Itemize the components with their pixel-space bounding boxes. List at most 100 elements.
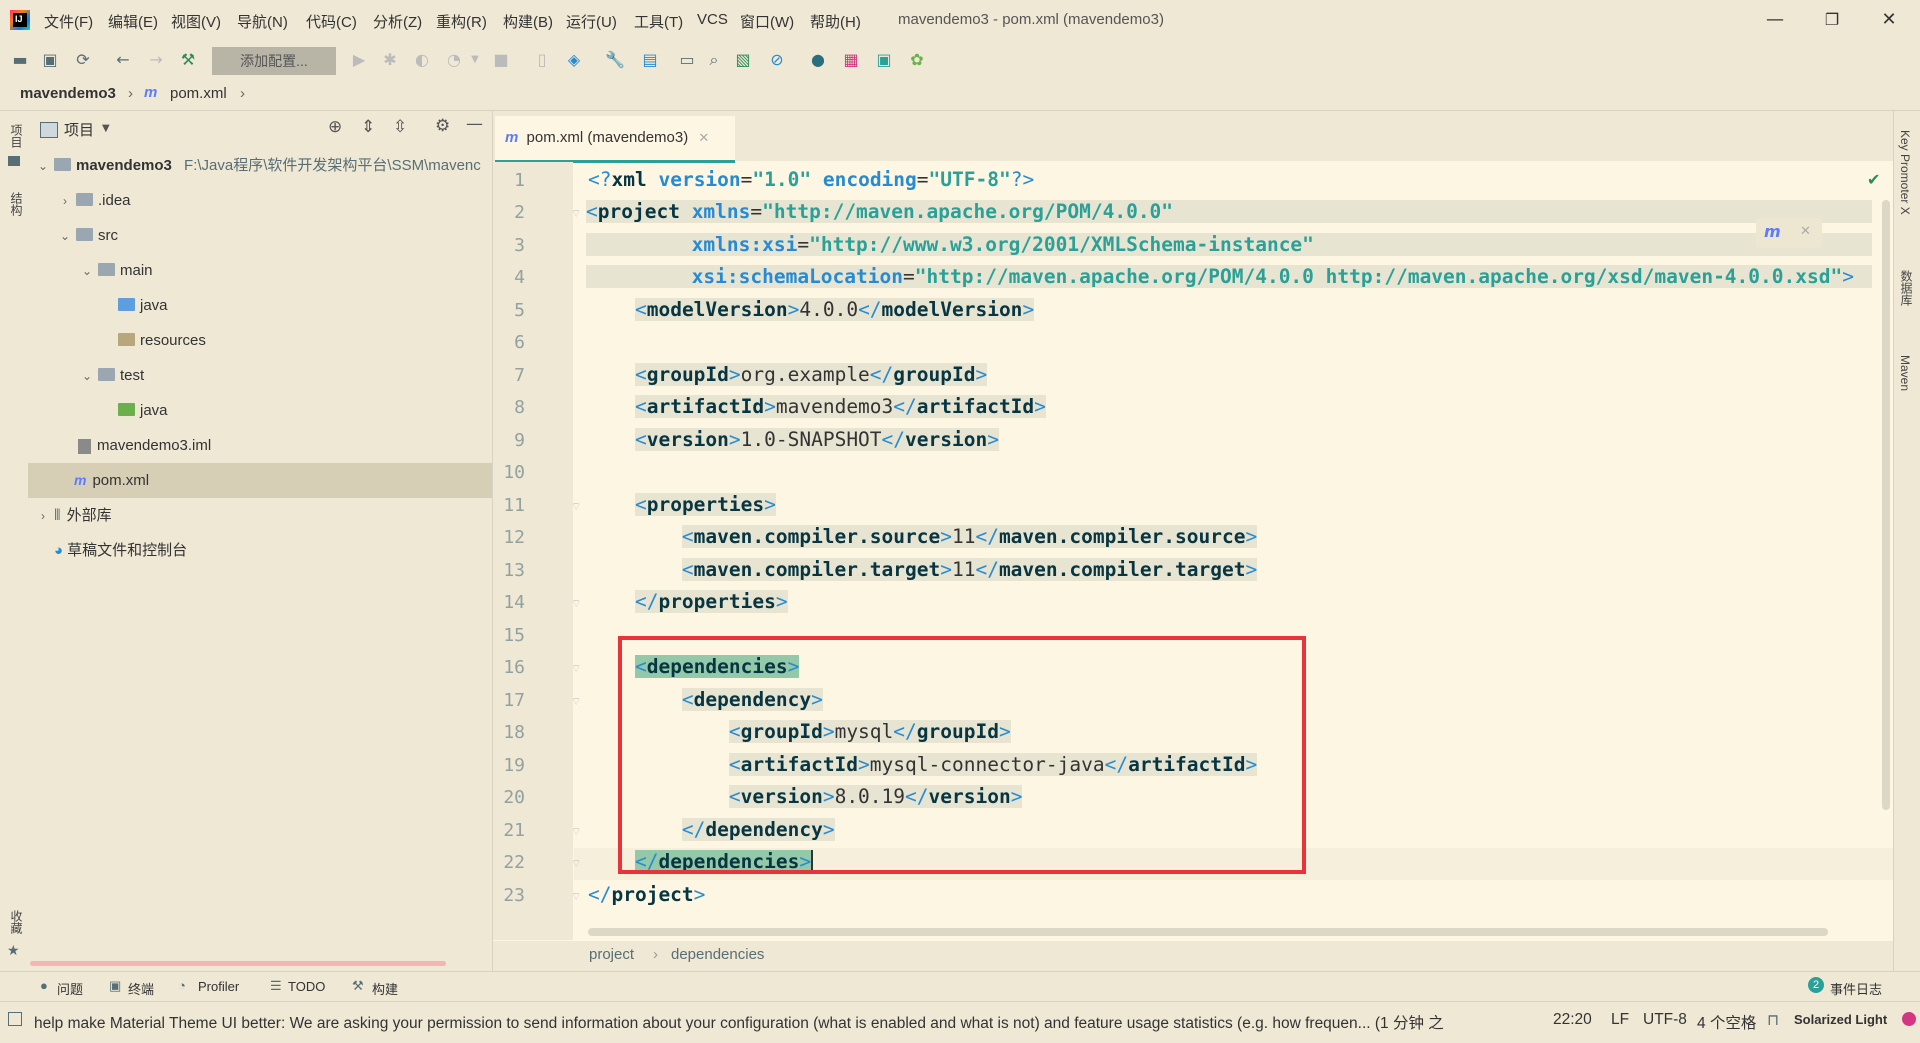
code-line-4[interactable]: xsi:schemaLocation="http://maven.apache.… bbox=[586, 265, 1872, 288]
code-line-11[interactable]: <properties> bbox=[588, 493, 776, 516]
back-icon[interactable]: ← bbox=[113, 50, 133, 70]
chevron-down-icon[interactable]: ▼ bbox=[465, 50, 485, 70]
menu-build[interactable]: 构建(B) bbox=[503, 11, 553, 32]
menu-analyze[interactable]: 分析(Z) bbox=[373, 11, 422, 32]
palette-icon[interactable]: ▦ bbox=[841, 50, 861, 70]
no-problems-check-icon[interactable]: ✔ bbox=[1867, 170, 1880, 189]
event-log-tool-button[interactable]: 事件日志 bbox=[1830, 979, 1882, 998]
maven-reload-icon[interactable]: m bbox=[1764, 222, 1781, 241]
menu-refactor[interactable]: 重构(R) bbox=[436, 11, 487, 32]
tree-item-test-java[interactable]: java bbox=[28, 393, 492, 428]
terminal-tool-button[interactable]: 终端 bbox=[128, 979, 154, 998]
fold-marker-icon[interactable]: ⌔ bbox=[571, 825, 581, 839]
tree-item-external-libraries[interactable]: › ⦀ 外部库 bbox=[28, 498, 492, 533]
translate-icon[interactable]: ▣ bbox=[874, 50, 894, 70]
chevron-right-icon[interactable]: › bbox=[58, 184, 72, 218]
caret-position[interactable]: 22:20 bbox=[1553, 1011, 1592, 1029]
project-view-selector[interactable]: 项目 bbox=[64, 119, 94, 140]
fold-marker-icon[interactable]: ⌔ bbox=[571, 207, 581, 221]
tree-item-idea[interactable]: › .idea bbox=[28, 183, 492, 218]
code-line-1[interactable]: <?xml version="1.0" encoding="UTF-8"?> bbox=[588, 168, 1034, 191]
attach-icon[interactable]: ▯ bbox=[532, 50, 552, 70]
code-line-8[interactable]: <artifactId>mavendemo3</artifactId> bbox=[588, 395, 1046, 418]
menu-navigate[interactable]: 导航(N) bbox=[237, 11, 288, 32]
status-toggle-icon[interactable] bbox=[8, 1012, 22, 1026]
menu-run[interactable]: 运行(U) bbox=[566, 11, 617, 32]
code-line-3[interactable]: xmlns:xsi="http://www.w3.org/2001/XMLSch… bbox=[586, 233, 1872, 256]
tree-item-project-root[interactable]: ⌄ mavendemo3 F:\Java程序\软件开发架构平台\SSM\maven… bbox=[28, 148, 492, 183]
terminal-icon[interactable]: ▭ bbox=[677, 50, 697, 70]
sync-icon[interactable]: ⟳ bbox=[73, 50, 93, 70]
horizontal-scrollbar[interactable] bbox=[30, 961, 446, 966]
editor-horizontal-scrollbar[interactable] bbox=[588, 928, 1828, 936]
code-line-2[interactable]: <project xmlns="http://maven.apache.org/… bbox=[586, 200, 1872, 223]
coverage-icon[interactable]: ◐ bbox=[412, 50, 432, 70]
chevron-down-icon[interactable]: ⌄ bbox=[58, 219, 72, 253]
chevron-down-icon[interactable]: ⌄ bbox=[80, 254, 94, 288]
tree-item-resources[interactable]: resources bbox=[28, 323, 492, 358]
tree-item-test[interactable]: ⌄ test bbox=[28, 358, 492, 393]
file-encoding[interactable]: UTF-8 bbox=[1643, 1011, 1687, 1029]
todo-tool-button[interactable]: TODO bbox=[288, 979, 325, 994]
build-hammer-icon[interactable]: ⚒ bbox=[178, 50, 198, 70]
menu-code[interactable]: 代码(C) bbox=[306, 11, 357, 32]
code-line-12[interactable]: <maven.compiler.source>11</maven.compile… bbox=[588, 525, 1258, 548]
fold-marker-icon[interactable]: ⌔ bbox=[571, 500, 581, 514]
maximize-button[interactable]: ❐ bbox=[1809, 5, 1855, 35]
fold-marker-icon[interactable]: ⌔ bbox=[571, 662, 581, 676]
plugin-icon[interactable]: ✿ bbox=[907, 50, 927, 70]
forward-icon[interactable]: → bbox=[146, 50, 166, 70]
debug-icon[interactable]: ✱ bbox=[380, 50, 400, 70]
tab-pom-xml[interactable]: m pom.xml (mavendemo3) ✕ bbox=[495, 116, 735, 163]
collapse-all-icon[interactable]: ⇳ bbox=[393, 117, 407, 137]
key-promoter-tool-button[interactable]: Key Promoter X bbox=[1898, 130, 1912, 215]
close-tab-icon[interactable]: ✕ bbox=[698, 130, 709, 145]
close-button[interactable]: ✕ bbox=[1866, 5, 1912, 35]
tree-item-src[interactable]: ⌄ src bbox=[28, 218, 492, 253]
tree-item-scratches[interactable]: ◕ 草稿文件和控制台 bbox=[28, 533, 492, 568]
save-icon[interactable]: ▣ bbox=[40, 50, 60, 70]
tree-item-main-java[interactable]: java bbox=[28, 288, 492, 323]
lock-icon[interactable]: ⊓ bbox=[1767, 1011, 1779, 1030]
fold-marker-icon[interactable]: ⌔ bbox=[571, 597, 581, 611]
menu-tools[interactable]: 工具(T) bbox=[634, 11, 683, 32]
theme-name[interactable]: Solarized Light bbox=[1794, 1012, 1887, 1027]
nav-project[interactable]: mavendemo3 bbox=[20, 85, 116, 102]
open-folder-icon[interactable]: ▬ bbox=[10, 50, 30, 70]
menu-window[interactable]: 窗口(W) bbox=[740, 11, 794, 32]
jrebel-icon[interactable]: ● bbox=[808, 50, 828, 70]
maven-tool-button[interactable]: Maven bbox=[1898, 355, 1912, 391]
menu-help[interactable]: 帮助(H) bbox=[810, 11, 861, 32]
problems-tool-button[interactable]: 问题 bbox=[57, 979, 83, 998]
code-line-7[interactable]: <groupId>org.example</groupId> bbox=[588, 363, 988, 386]
search-icon[interactable]: ⌕ bbox=[704, 50, 724, 70]
chevron-right-icon[interactable]: › bbox=[36, 499, 50, 533]
activity-icon[interactable]: ▧ bbox=[733, 50, 753, 70]
editor-vertical-scrollbar[interactable] bbox=[1882, 200, 1890, 810]
database-tool-button[interactable]: 数据库 bbox=[1898, 270, 1915, 306]
menu-view[interactable]: 视图(V) bbox=[171, 11, 221, 32]
profiler-tool-button[interactable]: Profiler bbox=[198, 979, 239, 994]
breadcrumb-project[interactable]: project bbox=[589, 946, 634, 963]
project-structure-icon[interactable]: ◈ bbox=[564, 50, 584, 70]
favorites-tool-button[interactable]: 收藏 bbox=[8, 910, 25, 934]
add-configuration-button[interactable]: 添加配置... bbox=[212, 47, 336, 75]
menu-file[interactable]: 文件(F) bbox=[44, 11, 93, 32]
tree-item-pom[interactable]: m pom.xml bbox=[28, 463, 492, 498]
profile-icon[interactable]: ◔ bbox=[444, 50, 464, 70]
nav-file[interactable]: pom.xml bbox=[170, 85, 227, 102]
locate-target-icon[interactable]: ⊕ bbox=[328, 117, 342, 137]
indent-setting[interactable]: 4 个空格 bbox=[1697, 1011, 1756, 1033]
code-line-23[interactable]: </project> bbox=[588, 883, 705, 906]
menu-edit[interactable]: 编辑(E) bbox=[108, 11, 158, 32]
build-tool-button[interactable]: 构建 bbox=[372, 979, 398, 998]
no-entry-icon[interactable]: ⊘ bbox=[767, 50, 787, 70]
fold-marker-icon[interactable]: ⌔ bbox=[571, 890, 581, 904]
fold-marker-icon[interactable]: ⌔ bbox=[571, 857, 581, 871]
menu-vcs[interactable]: VCS bbox=[697, 11, 728, 28]
run-icon[interactable]: ▶ bbox=[349, 50, 369, 70]
code-line-5[interactable]: <modelVersion>4.0.0</modelVersion> bbox=[588, 298, 1035, 321]
minimize-button[interactable]: — bbox=[1752, 5, 1798, 35]
project-tool-button[interactable]: 项目 bbox=[8, 124, 25, 148]
stop-icon[interactable]: ■ bbox=[491, 50, 511, 70]
